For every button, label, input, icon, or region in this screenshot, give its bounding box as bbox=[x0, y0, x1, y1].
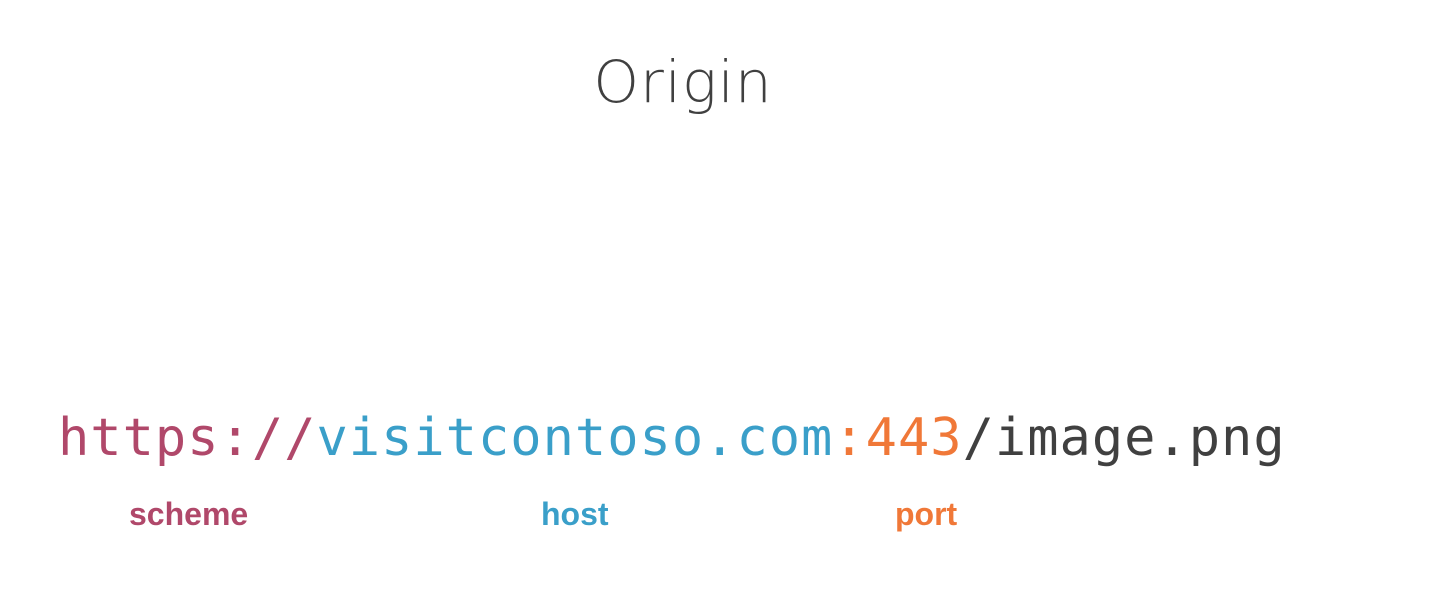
url-host: visitcontoso.com bbox=[316, 408, 834, 468]
url-example: https://visitcontoso.com:443/image.png bbox=[58, 402, 1286, 474]
port-label: port bbox=[895, 496, 958, 532]
slide-title: Origin bbox=[593, 48, 773, 116]
url-scheme: https:// bbox=[58, 408, 317, 468]
url-port: :443 bbox=[833, 408, 963, 468]
host-label: host bbox=[541, 496, 609, 532]
scheme-label: scheme bbox=[129, 496, 249, 532]
url-path: /image.png bbox=[962, 408, 1286, 468]
